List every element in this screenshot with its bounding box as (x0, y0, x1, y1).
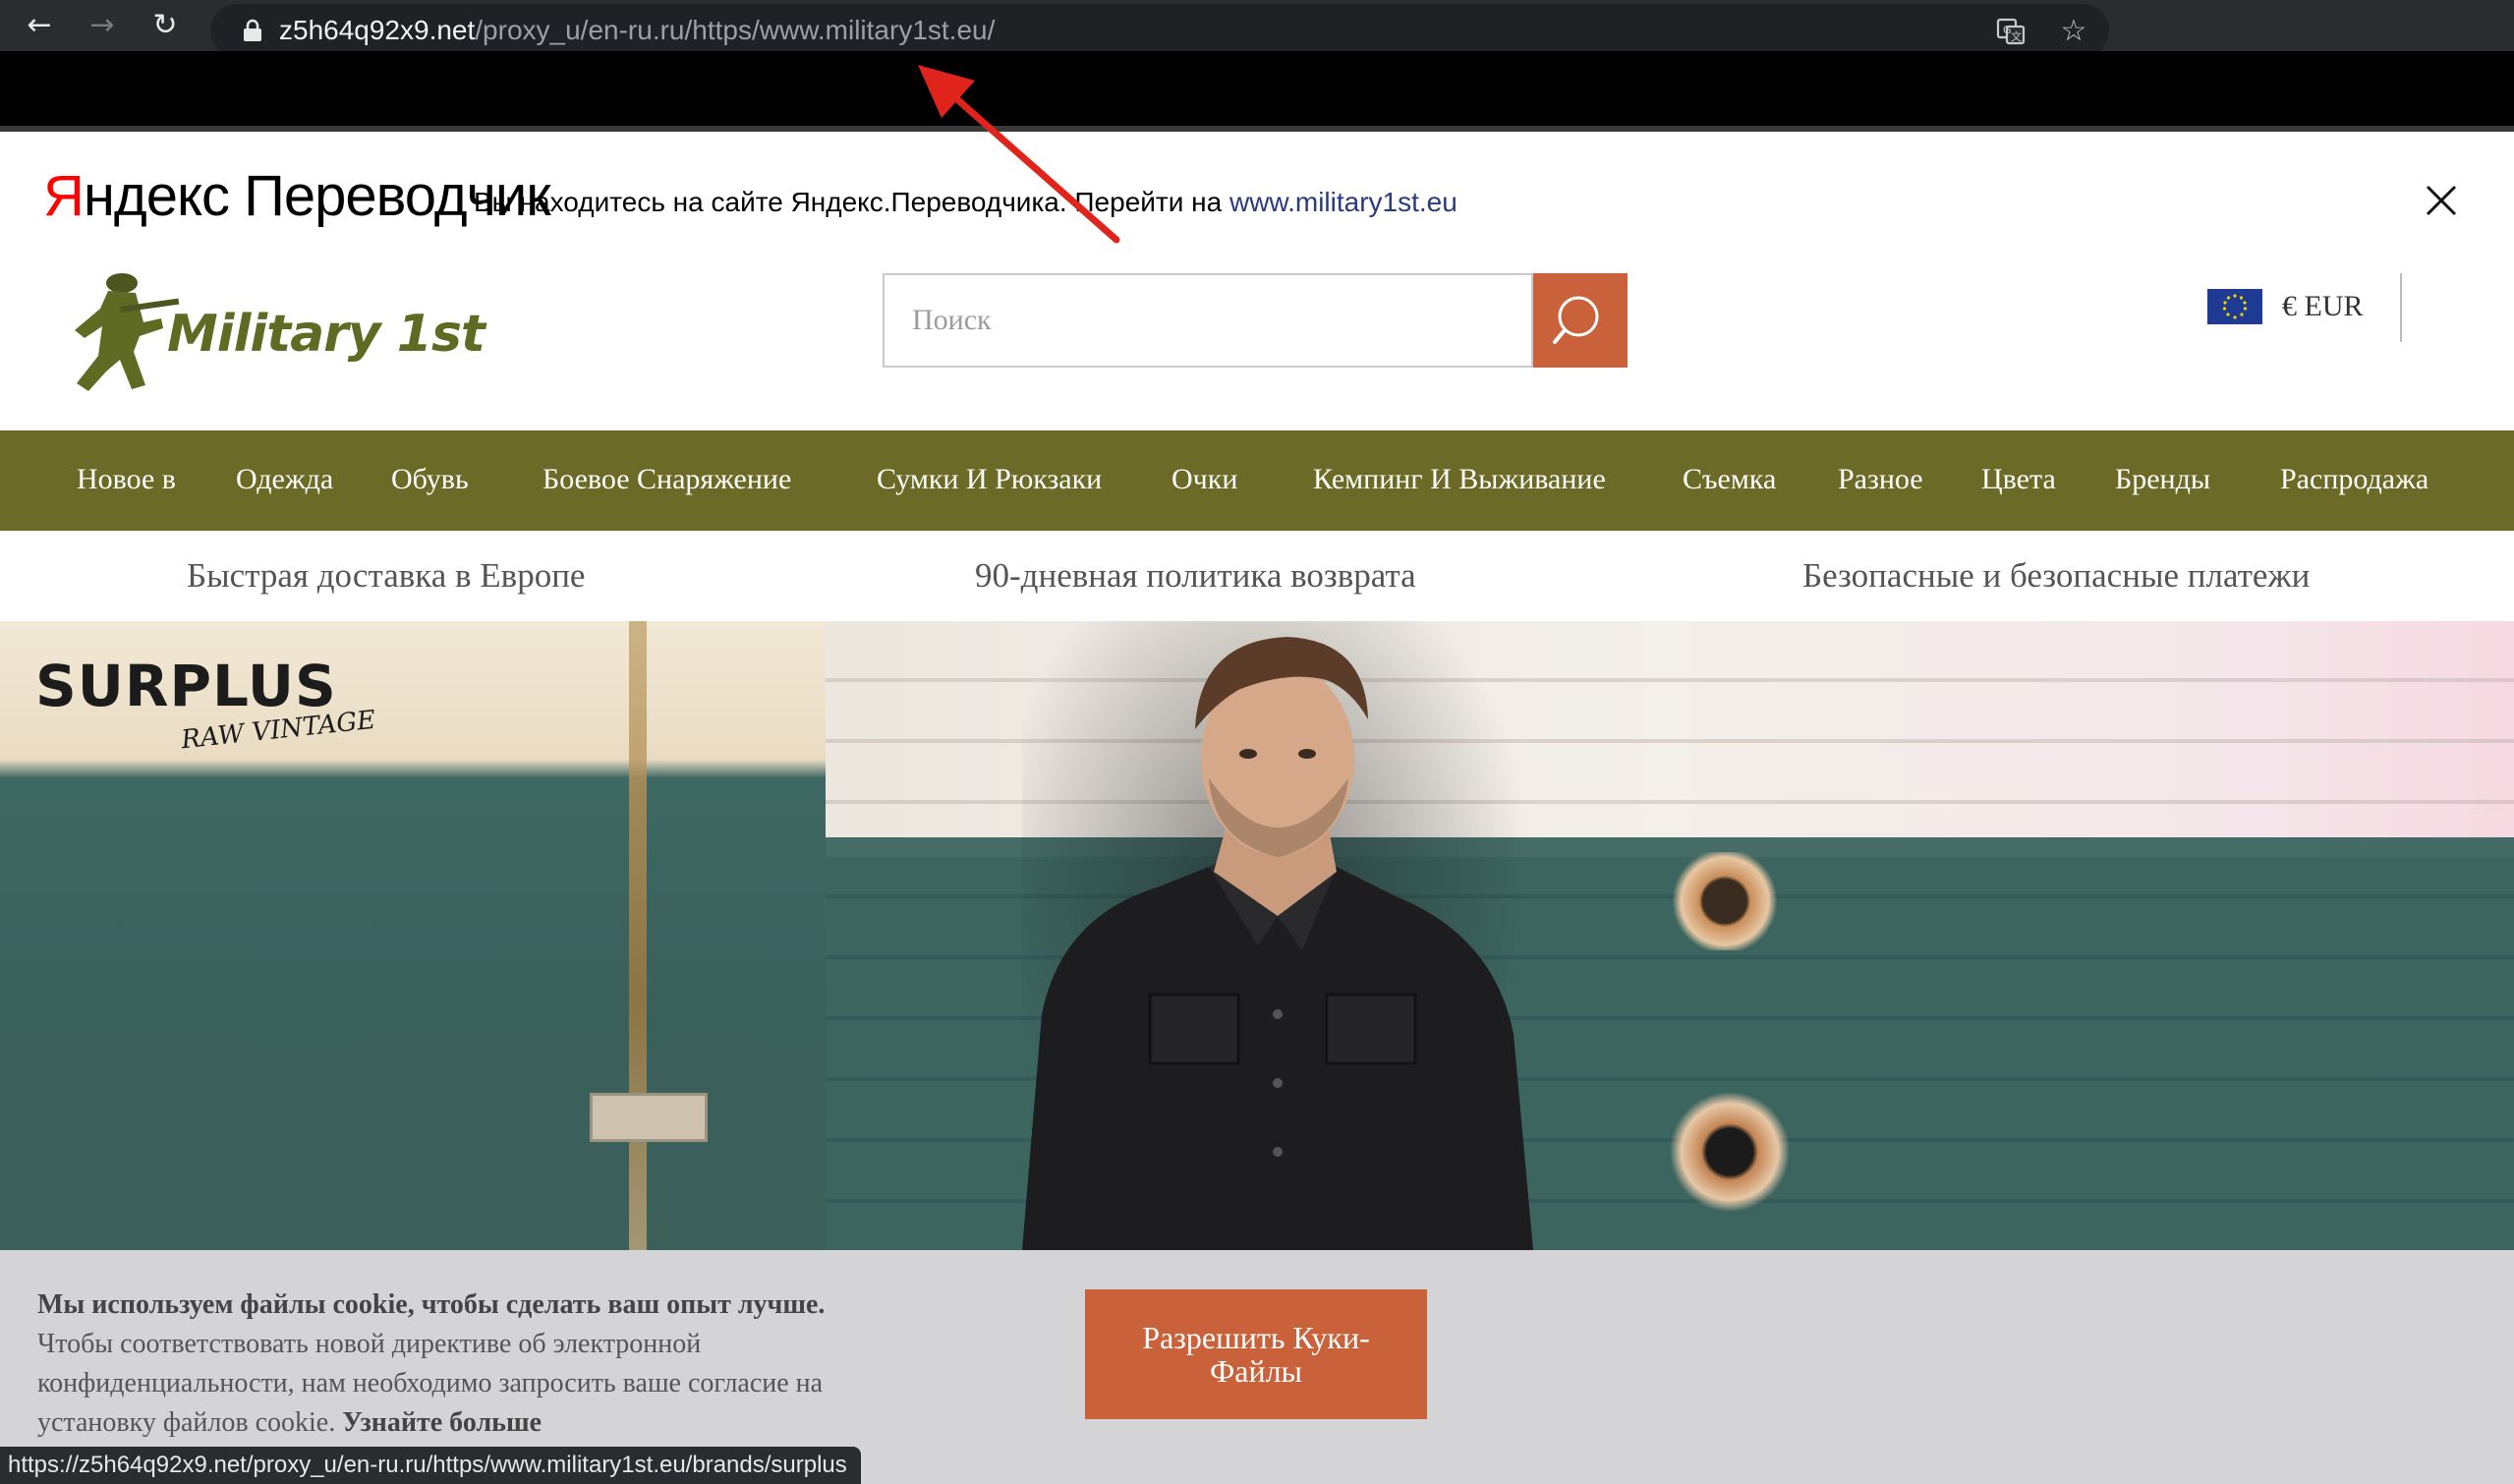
hero-wall-patch (1671, 852, 1779, 950)
translate-icon[interactable]: G文 (1995, 16, 2027, 47)
hero-wall-patch (1671, 1093, 1789, 1211)
search-icon (1553, 296, 1599, 344)
close-icon[interactable] (2422, 181, 2461, 220)
site-logo[interactable]: Military 1st (45, 269, 486, 393)
nav-item-misc[interactable]: Разное (1838, 460, 1923, 499)
usp-secure-payments: Безопасные и безопасные платежи (1802, 556, 2311, 595)
eu-flag-icon[interactable] (2207, 289, 2262, 324)
usp-strip: Быстрая доставка в Европе 90-дневная пол… (0, 531, 2514, 622)
yandex-translator-banner: Яндекс Переводчик Вы находитесь на сайте… (0, 132, 2514, 269)
nav-item-combat-gear[interactable]: Боевое Снаряжение (543, 460, 791, 499)
svg-text:文: 文 (2011, 29, 2022, 43)
usp-returns: 90-дневная политика возврата (975, 556, 1416, 595)
original-site-link[interactable]: www.military1st.eu (1229, 187, 1457, 217)
soldier-silhouette-icon (75, 273, 180, 391)
nav-item-bags[interactable]: Сумки И Рюкзаки (877, 460, 1102, 499)
annotation-arrow-icon (918, 65, 1120, 244)
reload-icon[interactable]: ↻ (149, 10, 181, 41)
hero-wall-bracket (590, 1093, 708, 1142)
main-nav: Новое в Одежда Обувь Боевое Снаряжение С… (0, 430, 2514, 531)
yandex-logo-letter: Я (43, 164, 85, 228)
usp-fast-delivery: Быстрая доставка в Европе (187, 556, 586, 595)
header-divider (2400, 273, 2402, 342)
url-host: z5h64q92x9.net (279, 15, 476, 45)
site-header: Military 1st € EUR (0, 269, 2514, 430)
browser-toolbar: ← → ↻ z5h64q92x9.net/proxy_u/en-ru.ru/ht… (0, 0, 2514, 57)
url-text: z5h64q92x9.net/proxy_u/en-ru.ru/https/ww… (279, 13, 995, 48)
nav-item-new[interactable]: Новое в (77, 460, 176, 499)
nav-item-clothing[interactable]: Одежда (236, 460, 333, 499)
site-logo-text: Military 1st (167, 305, 486, 364)
cookie-message: Мы используем файлы cookie, чтобы сделат… (37, 1285, 843, 1443)
url-path: /proxy_u/en-ru.ru/https/www.military1st.… (475, 15, 996, 45)
bookmark-star-icon[interactable]: ☆ (2058, 16, 2089, 47)
cookie-message-bold: Мы используем файлы cookie, чтобы сделат… (37, 1289, 826, 1320)
link-status-bar: https://z5h64q92x9.net/proxy_u/en-ru.ru/… (0, 1447, 861, 1484)
forward-icon[interactable]: → (86, 10, 118, 41)
back-icon[interactable]: ← (24, 10, 55, 41)
nav-item-colors[interactable]: Цвета (1981, 460, 2056, 499)
nav-item-sale[interactable]: Распродажа (2280, 460, 2428, 499)
nav-item-eyewear[interactable]: Очки (1171, 460, 1237, 499)
allow-cookies-button[interactable]: Разрешить Куки-Файлы (1085, 1289, 1427, 1419)
address-bar[interactable]: z5h64q92x9.net/proxy_u/en-ru.ru/https/ww… (210, 4, 2109, 57)
lock-icon (244, 19, 261, 41)
nav-item-brands[interactable]: Бренды (2115, 460, 2210, 499)
hero-wall-crack (629, 621, 647, 1250)
page-top-black (0, 51, 2514, 132)
hero-banner[interactable]: SURPLUS RAW VINTAGE (0, 621, 2514, 1250)
nav-item-footwear[interactable]: Обувь (391, 460, 469, 499)
search-button[interactable] (1533, 273, 1628, 368)
hero-model-image (1022, 637, 1533, 1250)
nav-item-shooting[interactable]: Съемка (1683, 460, 1776, 499)
search-input[interactable] (883, 273, 1533, 368)
currency-selector[interactable]: € EUR (2282, 287, 2364, 326)
nav-item-camping[interactable]: Кемпинг И Выживание (1313, 460, 1606, 499)
cookie-learn-more-link[interactable]: Узнайте больше (342, 1407, 542, 1438)
surplus-brand-logo: SURPLUS (35, 653, 337, 719)
